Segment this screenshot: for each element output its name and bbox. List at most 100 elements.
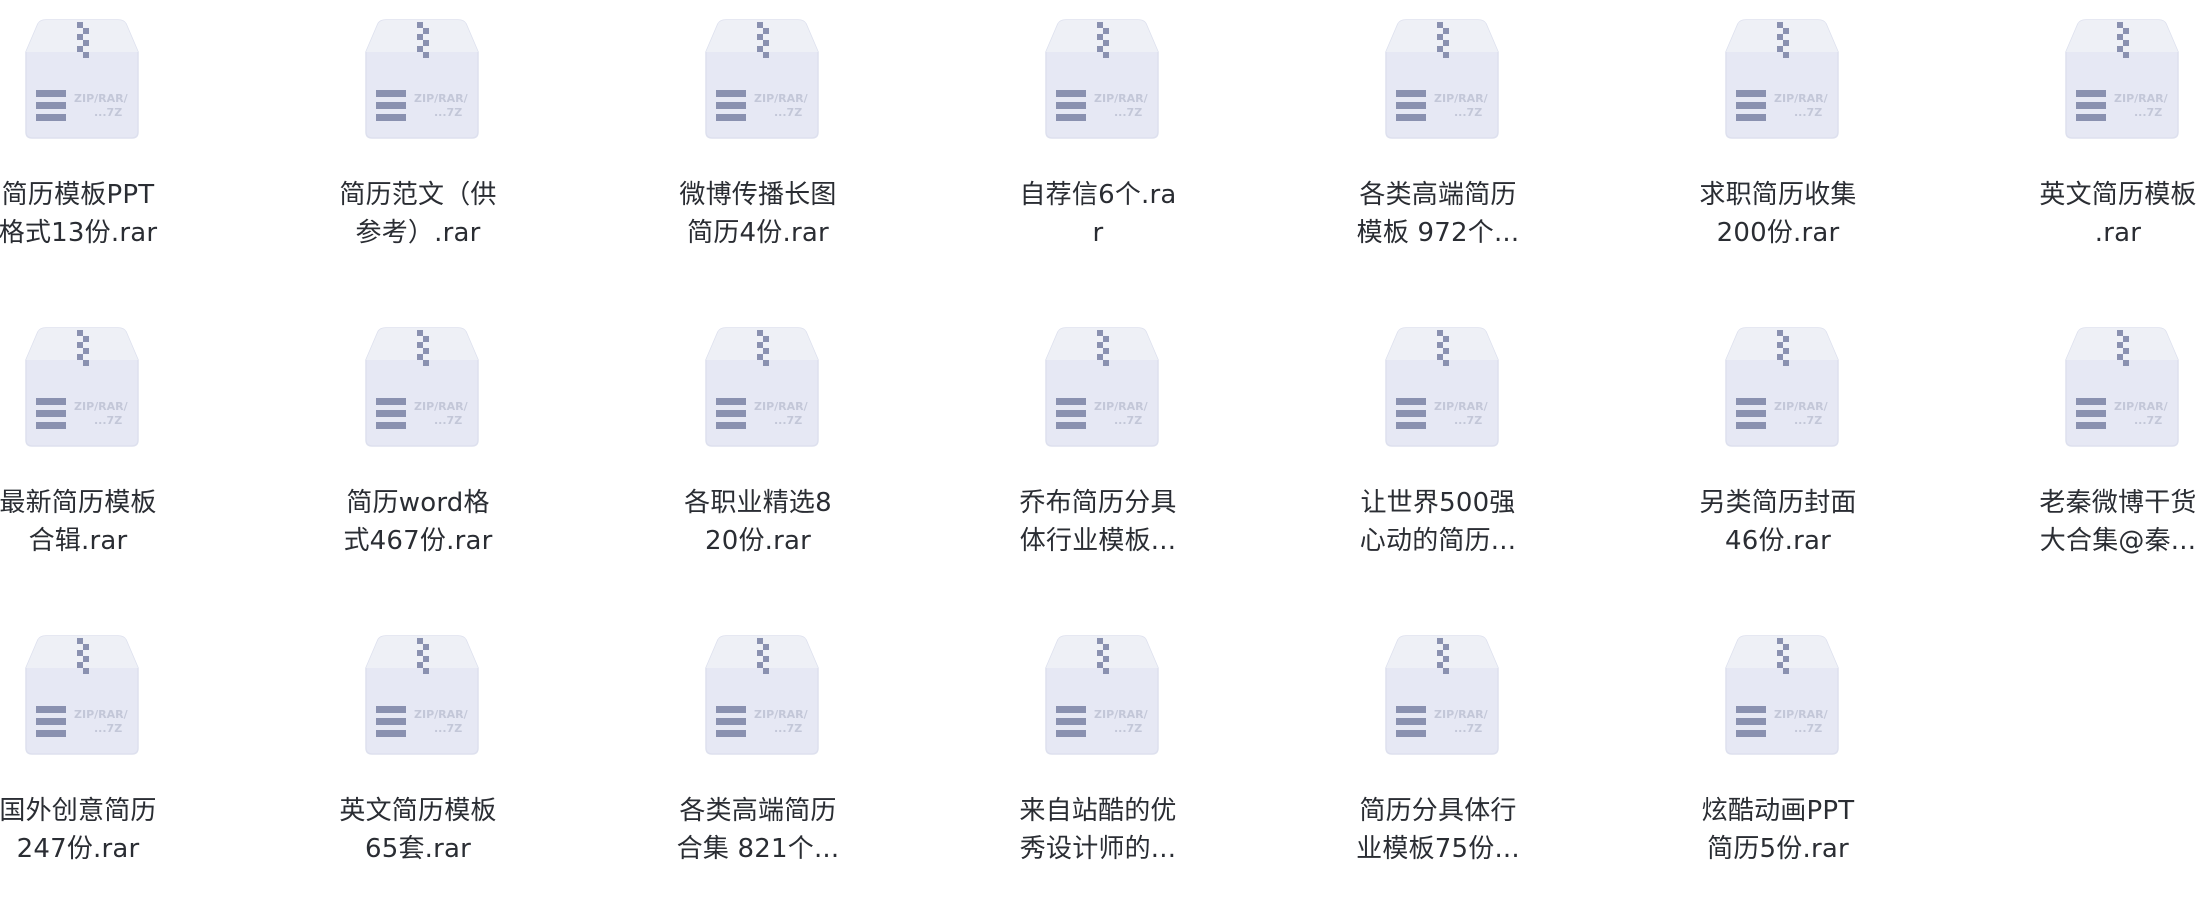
archive-file-icon: ZIP/RAR/...7Z [1724,18,1840,140]
file-item[interactable]: ZIP/RAR/...7Z 英文简历模板 .rar [1948,0,2210,300]
file-name: 来自站酷的优 秀设计师的... [928,792,1268,868]
archive-file-icon: ZIP/RAR/...7Z [1044,18,1160,140]
file-name-line-2: 65套.rar [364,834,472,864]
file-name-line-2: 大合集@秦... [2039,526,2197,556]
file-name-line-1: 国外创意简历 [0,796,157,826]
svg-text:...7Z: ...7Z [94,414,122,427]
file-item[interactable]: ZIP/RAR/...7Z 求职简历收集 200份.rar [1608,0,1948,300]
file-name-line-1: 英文简历模板 [339,796,497,826]
file-item[interactable]: ZIP/RAR/...7Z 乔布简历分具 体行业模板... [928,308,1268,608]
file-name-line-1: 简历模板PPT [1,180,155,210]
svg-text:ZIP/RAR/: ZIP/RAR/ [1434,400,1489,413]
archive-file-icon: ZIP/RAR/...7Z [1724,634,1840,756]
svg-text:ZIP/RAR/: ZIP/RAR/ [1434,92,1489,105]
file-name-line-1: 让世界500强 [1360,488,1516,518]
file-item[interactable]: ZIP/RAR/...7Z 来自站酷的优 秀设计师的... [928,616,1268,916]
file-name: 简历模板PPT 格式13份.rar [0,176,248,252]
file-item[interactable]: ZIP/RAR/...7Z 英文简历模板 65套.rar [248,616,588,916]
file-item[interactable]: ZIP/RAR/...7Z 国外创意简历 247份.rar [0,616,248,916]
file-item[interactable]: ZIP/RAR/...7Z 简历word格 式467份.rar [248,308,588,608]
archive-file-icon: ZIP/RAR/...7Z [2064,18,2180,140]
file-name-line-1: 自荐信6个.ra [1019,180,1177,210]
svg-text:...7Z: ...7Z [1794,414,1822,427]
file-name-line-1: 来自站酷的优 [1019,796,1177,826]
svg-text:...7Z: ...7Z [774,106,802,119]
file-name: 炫酷动画PPT 简历5份.rar [1608,792,1948,868]
svg-text:...7Z: ...7Z [1794,722,1822,735]
svg-text:ZIP/RAR/: ZIP/RAR/ [2114,400,2169,413]
file-name-line-2: 简历5份.rar [1707,834,1849,864]
archive-file-icon: ZIP/RAR/...7Z [704,18,820,140]
svg-text:ZIP/RAR/: ZIP/RAR/ [414,92,469,105]
file-item[interactable]: ZIP/RAR/...7Z 炫酷动画PPT 简历5份.rar [1608,616,1948,916]
svg-text:...7Z: ...7Z [774,414,802,427]
file-name: 英文简历模板 65套.rar [248,792,588,868]
svg-text:...7Z: ...7Z [774,722,802,735]
file-item[interactable]: ZIP/RAR/...7Z 让世界500强 心动的简历... [1268,308,1608,608]
file-name: 让世界500强 心动的简历... [1268,484,1608,560]
svg-text:ZIP/RAR/: ZIP/RAR/ [1774,92,1829,105]
file-item[interactable]: ZIP/RAR/...7Z 微博传播长图 简历4份.rar [588,0,928,300]
svg-text:ZIP/RAR/: ZIP/RAR/ [1094,708,1149,721]
svg-text:...7Z: ...7Z [94,722,122,735]
svg-text:ZIP/RAR/: ZIP/RAR/ [74,708,129,721]
file-name-line-1: 各类高端简历 [679,796,837,826]
file-name-line-2: 46份.rar [1724,526,1832,556]
svg-text:ZIP/RAR/: ZIP/RAR/ [414,708,469,721]
file-name-line-2: 简历4份.rar [687,218,829,248]
svg-text:...7Z: ...7Z [1114,106,1142,119]
file-item[interactable]: ZIP/RAR/...7Z 简历模板PPT 格式13份.rar [0,0,248,300]
file-item[interactable]: ZIP/RAR/...7Z 另类简历封面 46份.rar [1608,308,1948,608]
file-name: 最新简历模板 合辑.rar [0,484,248,560]
file-name-line-1: 求职简历收集 [1699,180,1857,210]
file-item[interactable]: ZIP/RAR/...7Z 简历范文（供 参考）.rar [248,0,588,300]
archive-file-icon: ZIP/RAR/...7Z [2064,326,2180,448]
svg-text:ZIP/RAR/: ZIP/RAR/ [754,708,809,721]
svg-text:ZIP/RAR/: ZIP/RAR/ [754,92,809,105]
file-item[interactable]: ZIP/RAR/...7Z 各职业精选8 20份.rar [588,308,928,608]
file-grid: ZIP/RAR/...7Z 简历模板PPT 格式13份.rar ZIP/RAR/...… [0,0,2210,892]
svg-text:...7Z: ...7Z [1114,722,1142,735]
file-name-line-2: 合集 821个... [676,834,840,864]
archive-file-icon: ZIP/RAR/...7Z [1384,18,1500,140]
svg-text:ZIP/RAR/: ZIP/RAR/ [1094,400,1149,413]
svg-text:...7Z: ...7Z [2134,414,2162,427]
file-item[interactable]: ZIP/RAR/...7Z 简历分具体行 业模板75份... [1268,616,1608,916]
svg-text:ZIP/RAR/: ZIP/RAR/ [754,400,809,413]
file-name-line-1: 各职业精选8 [684,488,832,518]
file-name: 求职简历收集 200份.rar [1608,176,1948,252]
file-name-line-1: 简历范文（供 [339,180,497,210]
file-name-line-2: 业模板75份... [1356,834,1520,864]
file-item[interactable]: ZIP/RAR/...7Z 各类高端简历 模板 972个... [1268,0,1608,300]
file-name-line-1: 各类高端简历 [1359,180,1517,210]
file-name: 国外创意简历 247份.rar [0,792,248,868]
file-item[interactable]: ZIP/RAR/...7Z 各类高端简历 合集 821个... [588,616,928,916]
archive-file-icon: ZIP/RAR/...7Z [24,634,140,756]
file-name-line-2: 心动的简历... [1359,526,1517,556]
svg-text:...7Z: ...7Z [1794,106,1822,119]
svg-text:...7Z: ...7Z [1454,106,1482,119]
file-name-line-2: 合辑.rar [28,526,128,556]
file-item[interactable]: ZIP/RAR/...7Z 老秦微博干货 大合集@秦... [1948,308,2210,608]
file-name-line-1: 微博传播长图 [679,180,837,210]
file-name: 简历范文（供 参考）.rar [248,176,588,252]
file-name: 简历分具体行 业模板75份... [1268,792,1608,868]
archive-file-icon: ZIP/RAR/...7Z [1044,634,1160,756]
file-name-line-2: 式467份.rar [343,526,493,556]
file-name: 英文简历模板 .rar [1948,176,2210,252]
file-item[interactable]: ZIP/RAR/...7Z 自荐信6个.ra r [928,0,1268,300]
file-name-line-2: .rar [2094,218,2142,248]
svg-text:...7Z: ...7Z [434,106,462,119]
file-name: 各类高端简历 合集 821个... [588,792,928,868]
file-name: 微博传播长图 简历4份.rar [588,176,928,252]
svg-text:ZIP/RAR/: ZIP/RAR/ [1434,708,1489,721]
svg-text:...7Z: ...7Z [1454,722,1482,735]
svg-text:...7Z: ...7Z [1454,414,1482,427]
file-name: 各职业精选8 20份.rar [588,484,928,560]
file-name-line-1: 乔布简历分具 [1019,488,1177,518]
archive-file-icon: ZIP/RAR/...7Z [1724,326,1840,448]
file-name: 自荐信6个.ra r [928,176,1268,252]
archive-file-icon: ZIP/RAR/...7Z [1384,634,1500,756]
file-item[interactable]: ZIP/RAR/...7Z 最新简历模板 合辑.rar [0,308,248,608]
file-name-line-2: 参考）.rar [355,218,481,248]
